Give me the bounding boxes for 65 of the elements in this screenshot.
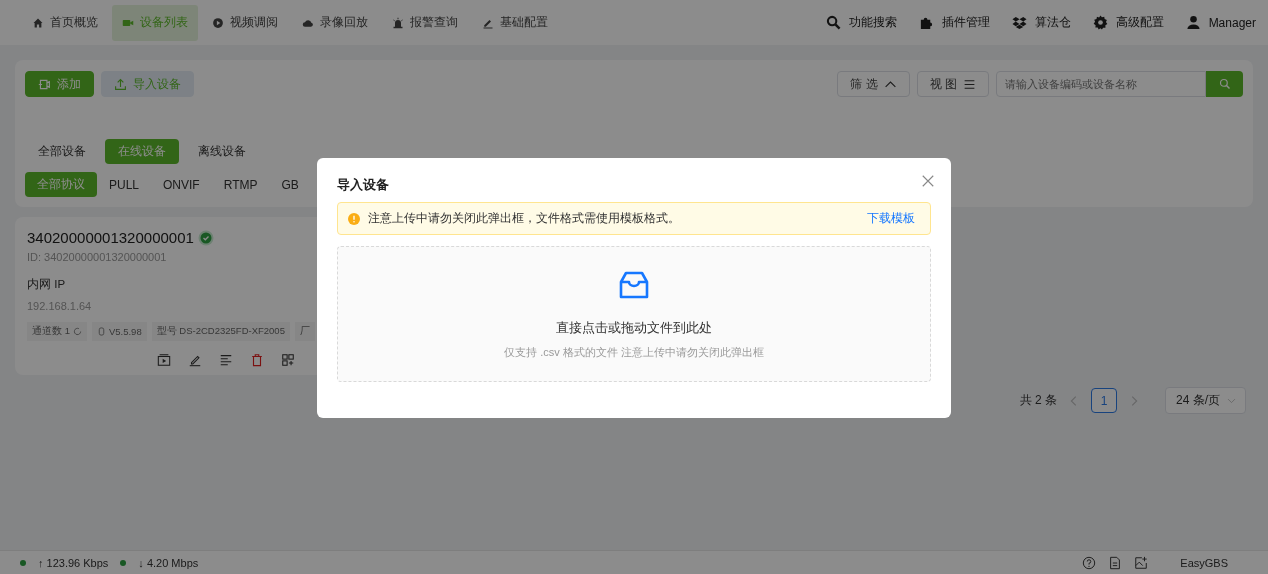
search-icon (1218, 78, 1231, 90)
download-template-link[interactable]: 下载模板 (867, 211, 915, 226)
total-count: 共 2 条 (1019, 392, 1057, 409)
nav-tab[interactable]: 基础配置 (472, 4, 558, 41)
edit-icon[interactable] (188, 353, 202, 367)
upload-speed: ↑ 123.96 Kbps (38, 556, 109, 569)
video-icon[interactable] (157, 353, 171, 367)
nav-link[interactable]: Manager (1185, 14, 1256, 31)
device-id: ID: 34020000001320000001 (27, 251, 168, 263)
home-icon (32, 16, 44, 29)
nav-tab[interactable]: 首页概览 (22, 4, 108, 41)
page-size-select[interactable]: 24 条/页 (1165, 387, 1246, 414)
nav-link[interactable]: 功能搜索 (825, 14, 897, 31)
status-dot (20, 559, 26, 566)
protocol-tab[interactable]: GB (269, 172, 311, 197)
nav-link[interactable]: 高级配置 (1092, 14, 1164, 31)
document-icon[interactable] (1108, 555, 1123, 570)
nav-link[interactable]: 算法仓 (1011, 14, 1071, 31)
download-speed: ↓ 4.20 Mbps (138, 556, 199, 569)
device-title: 34020000001320000001 (27, 229, 194, 246)
info-tag: 厂 (294, 322, 315, 341)
drop-hint: 仅支持 .csv 格式的文件 注意上传中请勿关闭此弹出框 (504, 344, 764, 360)
close-icon[interactable] (921, 174, 935, 188)
play-icon (212, 16, 224, 29)
upload-dropzone[interactable]: 直接点击或拖动文件到此处 仅支持 .csv 格式的文件 注意上传中请勿关闭此弹出框 (337, 246, 931, 382)
refresh-icon[interactable] (72, 327, 82, 336)
drop-title: 直接点击或拖动文件到此处 (556, 318, 712, 337)
boxes-icon (1011, 15, 1027, 30)
filter-button[interactable]: 筛 选 (837, 71, 910, 97)
alarm-icon (392, 16, 404, 29)
protocol-tab[interactable]: ONVIF (151, 172, 212, 197)
search-field[interactable]: 请输入设备编码或设备名称 (996, 71, 1206, 97)
status-tab[interactable]: 全部设备 (25, 139, 99, 164)
nav-tab[interactable]: 视频调阅 (202, 4, 288, 41)
protocol-tab[interactable]: PULL (97, 172, 152, 197)
help-icon[interactable] (1082, 555, 1097, 570)
info-tag: 型号 DS-2CD2325FD-XF2005 (151, 322, 290, 341)
chip-icon (96, 327, 106, 336)
status-dot (120, 559, 127, 566)
search-icon (825, 15, 841, 30)
menu-icon (963, 77, 976, 91)
alert-text: 注意上传中请勿关闭此弹出框，文件格式需使用模板格式。 (368, 211, 681, 226)
info-tag: 通道数 1 (27, 322, 87, 341)
ip-label: 内网 IP (27, 277, 67, 292)
protocol-tab[interactable]: RTMP (211, 172, 270, 197)
warning-icon (348, 212, 360, 225)
nav-tab[interactable]: 报警查询 (382, 4, 468, 41)
info-tag: V5.5.98 (91, 322, 147, 341)
view-button[interactable]: 视 图 (916, 71, 989, 97)
upload-icon (114, 77, 127, 91)
ip-address: 192.168.1.64 (27, 300, 93, 312)
page-button[interactable]: 1 (1091, 388, 1117, 413)
delete-icon[interactable] (250, 353, 264, 367)
dialog-title: 导入设备 (337, 176, 389, 194)
nav-link[interactable]: 插件管理 (918, 14, 990, 31)
grid-add-icon[interactable] (281, 353, 295, 367)
settings-icon (1092, 15, 1108, 30)
image-add-icon[interactable] (1134, 555, 1149, 570)
list-icon[interactable] (219, 353, 233, 367)
user-icon (1185, 15, 1201, 30)
nav-tab[interactable]: 录像回放 (292, 4, 378, 41)
brand-name: EasyGBS (1180, 556, 1228, 569)
status-tab[interactable]: 离线设备 (185, 139, 259, 164)
device-add-icon (38, 77, 51, 91)
puzzle-icon (918, 15, 934, 30)
